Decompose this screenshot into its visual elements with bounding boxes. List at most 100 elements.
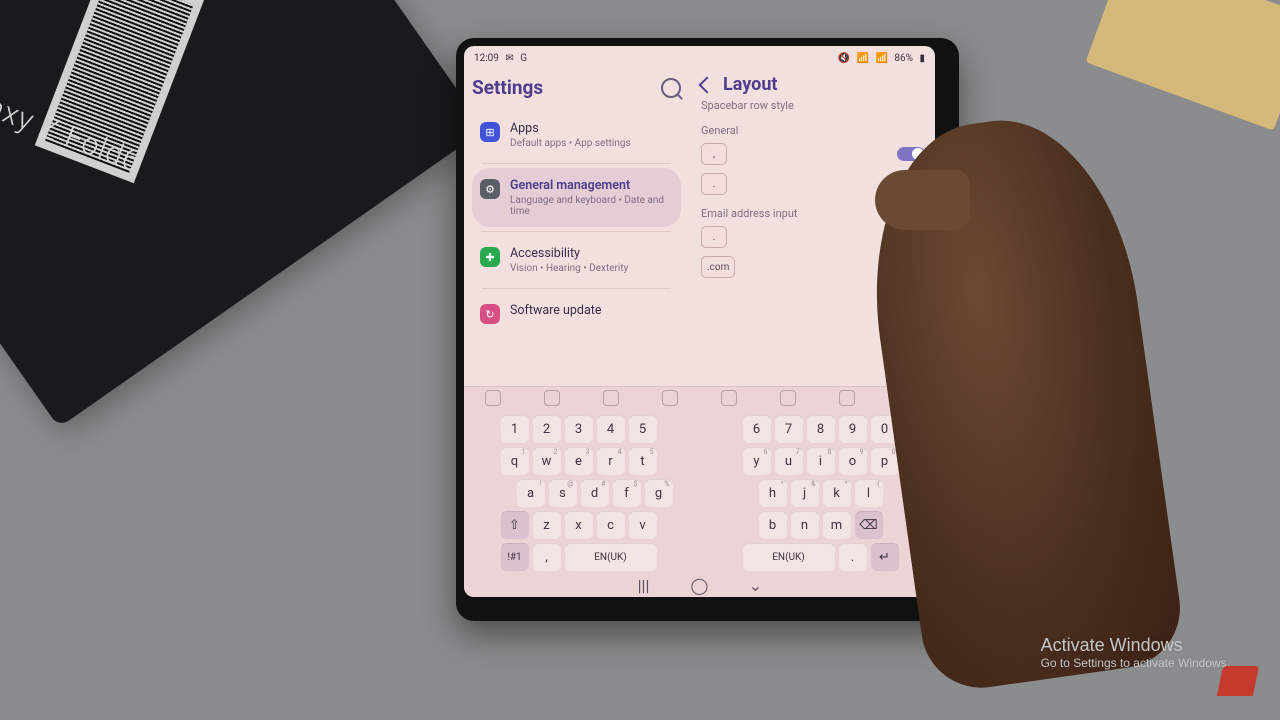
status-time: 12:09 <box>474 53 499 64</box>
status-battery-text: 86% <box>894 53 913 64</box>
key-7[interactable]: 7 <box>775 415 803 443</box>
settings-item-title: Apps <box>510 121 631 136</box>
key-g[interactable]: g% <box>645 479 673 507</box>
settings-title-row: Settings <box>472 76 681 99</box>
key-lang-right[interactable]: EN(UK) <box>743 543 835 571</box>
status-mute-icon: 🔇 <box>838 53 850 64</box>
finger <box>875 170 970 230</box>
key-t[interactable]: t5 <box>629 447 657 475</box>
key-chip: . <box>701 173 727 195</box>
status-g-icon: G <box>520 53 527 64</box>
settings-item-title: General management <box>510 178 673 193</box>
divider <box>482 288 671 289</box>
nav-recents-icon[interactable]: ||| <box>636 579 652 591</box>
status-signal-icon: 📶 <box>875 53 887 64</box>
search-icon[interactable] <box>661 78 681 98</box>
settings-item-title: Accessibility <box>510 246 628 261</box>
key-lang-left[interactable]: EN(UK) <box>565 543 657 571</box>
settings-item-accessibility[interactable]: ✚ Accessibility Vision • Hearing • Dexte… <box>472 236 681 284</box>
settings-title: Settings <box>472 76 543 99</box>
status-mail-icon: ✉ <box>505 53 513 64</box>
key-4[interactable]: 4 <box>597 415 625 443</box>
software-update-icon: ↻ <box>480 304 500 324</box>
key-period[interactable]: . <box>839 543 867 571</box>
key-c[interactable]: c <box>597 511 625 539</box>
apps-icon: ⊞ <box>480 122 500 142</box>
settings-item-general-management[interactable]: ⚙ General management Language and keyboa… <box>472 168 681 227</box>
accessibility-icon: ✚ <box>480 247 500 267</box>
back-icon[interactable] <box>699 76 716 93</box>
key-8[interactable]: 8 <box>807 415 835 443</box>
key-p[interactable]: p0 <box>871 447 899 475</box>
status-battery-icon: ▮ <box>919 53 925 64</box>
key-e[interactable]: e3 <box>565 447 593 475</box>
key-2[interactable]: 2 <box>533 415 561 443</box>
key-l[interactable]: l( <box>855 479 883 507</box>
key-n[interactable]: n <box>791 511 819 539</box>
kbd-tool-voice-icon[interactable] <box>721 390 737 406</box>
key-b[interactable]: b <box>759 511 787 539</box>
key-x[interactable]: x <box>565 511 593 539</box>
key-m[interactable]: m <box>823 511 851 539</box>
kbd-tool-emoji-icon[interactable] <box>544 390 560 406</box>
kbd-tool-clipboard-icon[interactable] <box>662 390 678 406</box>
nav-bar: ||| ◯ ⌄ <box>464 575 935 597</box>
key-enter[interactable]: ↵ <box>871 543 899 571</box>
screen: 12:09 ✉ G 🔇 📶 📶 86% ▮ Settings ⊞ <box>464 46 935 597</box>
settings-item-apps[interactable]: ⊞ Apps Default apps • App settings <box>472 111 681 159</box>
key-shift[interactable]: ⇧ <box>501 511 529 539</box>
keyboard-right-half: 6 7 8 9 0 y6 u7 i8 o9 p0 h^ <box>743 415 899 571</box>
keyboard-toolbar: ⋯ <box>464 386 935 409</box>
key-a[interactable]: a! <box>517 479 545 507</box>
watermark-sub: Go to Settings to activate Windows. <box>1041 656 1230 670</box>
key-h[interactable]: h^ <box>759 479 787 507</box>
key-3[interactable]: 3 <box>565 415 593 443</box>
key-d[interactable]: d# <box>581 479 609 507</box>
key-f[interactable]: f$ <box>613 479 641 507</box>
key-y[interactable]: y6 <box>743 447 771 475</box>
product-box: Galaxy Z Fold6 <box>0 0 485 428</box>
key-chip: , <box>701 143 727 165</box>
settings-item-sub: Language and keyboard • Date and time <box>510 195 673 217</box>
kbd-tool-ai-icon[interactable] <box>485 390 501 406</box>
key-5[interactable]: 5 <box>629 415 657 443</box>
key-1[interactable]: 1 <box>501 415 529 443</box>
key-r[interactable]: r4 <box>597 447 625 475</box>
kbd-tool-translate-icon[interactable] <box>780 390 796 406</box>
watermark-title: Activate Windows <box>1041 635 1230 656</box>
key-k[interactable]: k* <box>823 479 851 507</box>
key-w[interactable]: w2 <box>533 447 561 475</box>
detail-subtitle: Spacebar row style <box>701 99 925 112</box>
key-chip: . <box>701 226 727 248</box>
key-symbols[interactable]: !#1 <box>501 543 529 571</box>
key-q[interactable]: q1 <box>501 447 529 475</box>
key-o[interactable]: o9 <box>839 447 867 475</box>
settings-item-sub: Default apps • App settings <box>510 138 631 149</box>
key-j[interactable]: j& <box>791 479 819 507</box>
key-9[interactable]: 9 <box>839 415 867 443</box>
settings-item-title: Software update <box>510 303 602 318</box>
key-comma[interactable]: , <box>533 543 561 571</box>
kbd-tool-gear-icon[interactable] <box>839 390 855 406</box>
divider <box>482 231 671 232</box>
key-s[interactable]: s@ <box>549 479 577 507</box>
key-6[interactable]: 6 <box>743 415 771 443</box>
key-i[interactable]: i8 <box>807 447 835 475</box>
status-bar: 12:09 ✉ G 🔇 📶 📶 86% ▮ <box>464 46 935 68</box>
key-v[interactable]: v <box>629 511 657 539</box>
detail-title: Layout <box>723 74 778 95</box>
key-z[interactable]: z <box>533 511 561 539</box>
settings-item-sub: Vision • Hearing • Dexterity <box>510 263 628 274</box>
general-mgmt-icon: ⚙ <box>480 179 500 199</box>
kbd-tool-sticker-icon[interactable] <box>603 390 619 406</box>
status-wifi-icon: 📶 <box>857 53 869 64</box>
key-backspace[interactable]: ⌫ <box>855 511 883 539</box>
settings-item-software-update[interactable]: ↻ Software update <box>472 293 681 334</box>
section-general-label: General <box>701 124 925 137</box>
keyboard: ⋯ 1 2 3 4 5 q1 w2 e3 r4 <box>464 386 935 597</box>
wooden-ruler <box>1086 0 1280 131</box>
key-u[interactable]: u7 <box>775 447 803 475</box>
nav-hide-kbd-icon[interactable]: ⌄ <box>748 579 764 591</box>
general-comma-row[interactable]: , <box>701 143 925 165</box>
nav-home-icon[interactable]: ◯ <box>692 579 708 591</box>
